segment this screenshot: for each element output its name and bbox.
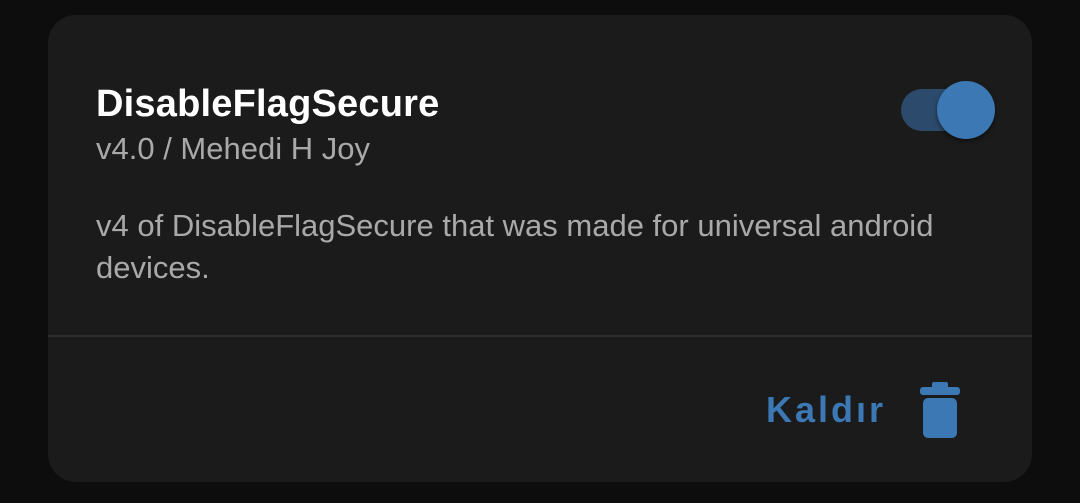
toggle-thumb	[937, 81, 995, 139]
divider	[48, 335, 1032, 337]
module-description: v4 of DisableFlagSecure that was made fo…	[96, 208, 934, 285]
module-enable-toggle[interactable]	[901, 81, 999, 139]
remove-button[interactable]: Kaldır	[766, 375, 961, 445]
trash-icon	[920, 382, 961, 438]
module-card: DisableFlagSecure v4.0 / Mehedi H Joy v4…	[48, 15, 1032, 482]
module-title: DisableFlagSecure	[96, 83, 440, 125]
module-version-author: v4.0 / Mehedi H Joy	[96, 131, 370, 166]
remove-button-label: Kaldır	[766, 389, 887, 430]
